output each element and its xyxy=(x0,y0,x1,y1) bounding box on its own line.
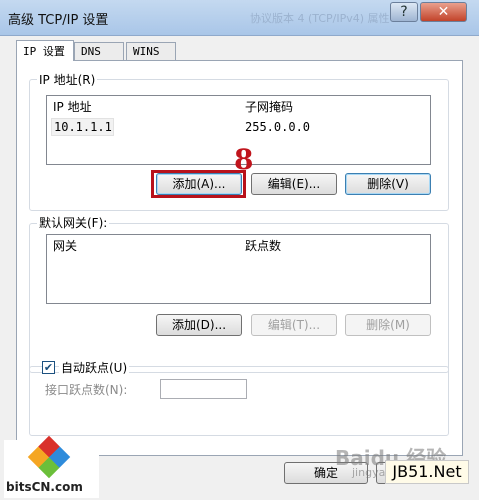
gateway-list[interactable]: 网关 跃点数 xyxy=(46,234,431,304)
ip-address-cell[interactable]: 10.1.1.1 xyxy=(54,120,112,134)
logo-diamond-icon xyxy=(27,435,71,479)
auto-metric-label: 自动跃点(U) xyxy=(59,359,130,376)
auto-metric-checkbox[interactable]: ✔ xyxy=(42,361,55,374)
background-window-title: 协议版本 4 (TCP/IPv4) 属性 xyxy=(250,12,390,25)
help-button[interactable]: ? xyxy=(390,2,418,22)
edit-gateway-button[interactable]: 编辑(T)... xyxy=(251,314,337,336)
checkmark-icon: ✔ xyxy=(43,361,54,374)
column-header-mask: 子网掩码 xyxy=(245,100,294,114)
interface-metric-label: 接口跃点数(N): xyxy=(45,383,128,397)
subnet-mask-cell[interactable]: 255.0.0.0 xyxy=(245,120,310,134)
site-logo: bitsCN.com xyxy=(4,435,99,498)
dialog-body: IP 设置 DNS WINS IP 地址(R) IP 地址 子网掩码 10.1.… xyxy=(0,36,479,500)
gateway-group-label: 默认网关(F): xyxy=(37,214,110,231)
delete-ip-button[interactable]: 删除(V) xyxy=(345,173,431,195)
close-button[interactable]: ✕ xyxy=(420,2,467,22)
tab-dns[interactable]: DNS xyxy=(74,42,124,60)
jb51-watermark: JB51.Net xyxy=(385,460,469,484)
interface-metric-input[interactable] xyxy=(160,379,247,399)
help-icon: ? xyxy=(400,4,408,20)
site-logo-text: bitsCN.com xyxy=(6,480,83,494)
close-icon: ✕ xyxy=(437,4,450,20)
ip-address-group-label: IP 地址(R) xyxy=(37,71,98,88)
edit-ip-button[interactable]: 编辑(E)... xyxy=(251,173,337,195)
add-ip-button[interactable]: 添加(A)... xyxy=(156,173,242,195)
add-gateway-button[interactable]: 添加(D)... xyxy=(156,314,242,336)
title-bar: 高级 TCP/IP 设置 协议版本 4 (TCP/IPv4) 属性 ? ✕ xyxy=(0,0,479,36)
delete-gateway-button[interactable]: 删除(M) xyxy=(345,314,431,336)
tab-wins[interactable]: WINS xyxy=(126,42,176,60)
ip-settings-panel: IP 地址(R) IP 地址 子网掩码 10.1.1.1 255.0.0.0 8… xyxy=(16,60,463,456)
column-header-gateway: 网关 xyxy=(53,239,78,253)
tab-ip-settings[interactable]: IP 设置 xyxy=(16,40,74,61)
column-header-metric: 跃点数 xyxy=(245,239,282,253)
window-title: 高级 TCP/IP 设置 xyxy=(8,13,109,28)
column-header-ip: IP 地址 xyxy=(53,100,92,114)
metric-group xyxy=(29,366,449,436)
